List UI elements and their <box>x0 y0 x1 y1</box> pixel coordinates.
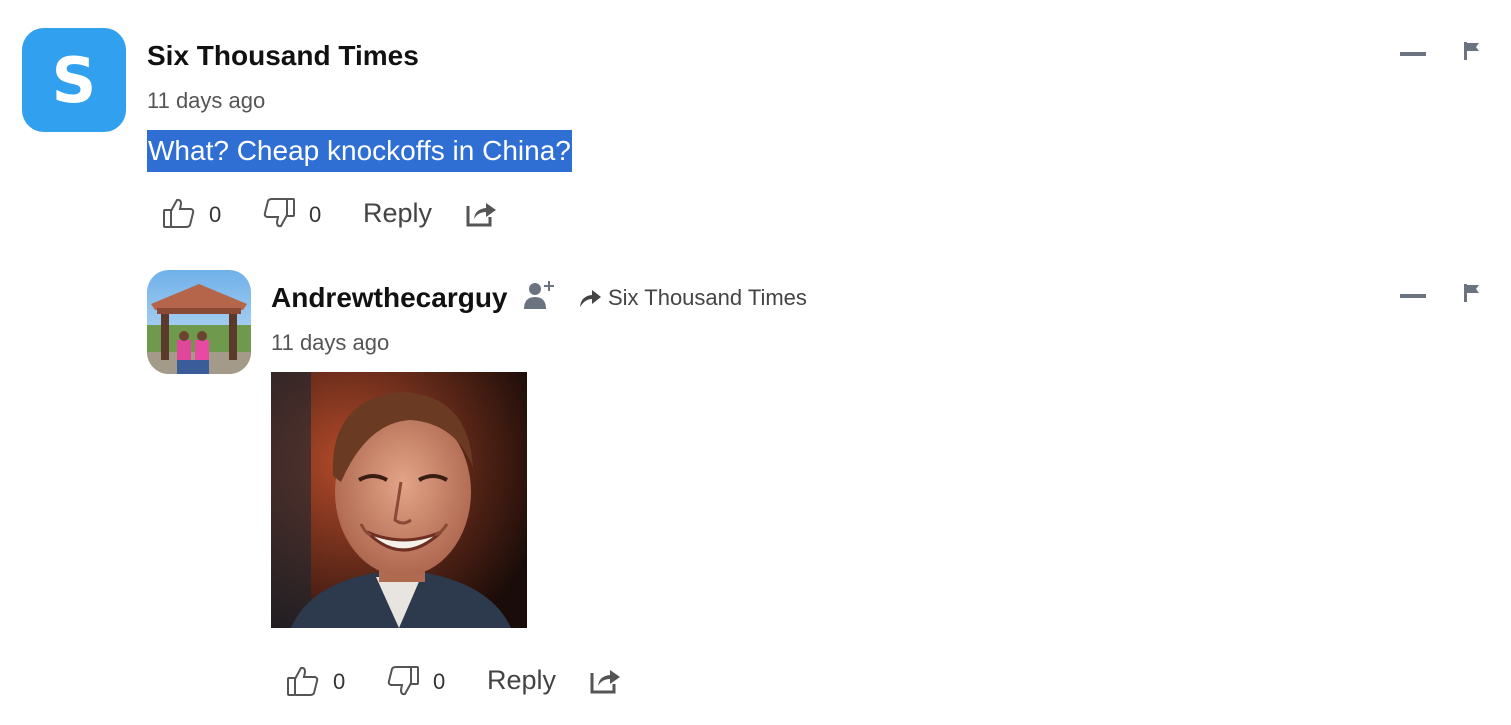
upvote-count: 0 <box>333 669 346 694</box>
reply-button[interactable]: Reply <box>363 198 432 229</box>
collapse-icon[interactable] <box>1400 292 1428 300</box>
avatar[interactable]: S <box>22 28 126 132</box>
in-reply-to[interactable]: Six Thousand Times <box>578 285 807 311</box>
flag-icon[interactable] <box>1462 282 1482 304</box>
downvote-count: 0 <box>433 669 446 694</box>
share-icon[interactable] <box>589 665 621 695</box>
avatar[interactable] <box>147 270 251 374</box>
downvote-count: 0 <box>309 202 322 227</box>
flag-icon[interactable] <box>1462 40 1482 62</box>
reply-arrow-icon <box>578 288 602 308</box>
comment-text: What? Cheap knockoffs in China? <box>147 130 572 172</box>
thumbs-down-icon[interactable] <box>386 664 420 698</box>
reply-to-author[interactable]: Six Thousand Times <box>608 285 807 311</box>
comment-timestamp[interactable]: 11 days ago <box>271 330 389 356</box>
collapse-icon[interactable] <box>1400 50 1428 58</box>
gif-image[interactable] <box>271 372 527 628</box>
reply-button[interactable]: Reply <box>487 665 556 696</box>
share-icon[interactable] <box>465 198 497 228</box>
thumbs-up-icon[interactable] <box>162 196 196 230</box>
upvote-count: 0 <box>209 202 222 227</box>
thumbs-down-icon[interactable] <box>262 196 296 230</box>
follow-user-icon[interactable] <box>521 278 555 312</box>
comment-author[interactable]: Six Thousand Times <box>147 40 419 72</box>
comment-timestamp[interactable]: 11 days ago <box>147 88 265 114</box>
comment-author[interactable]: Andrewthecarguy <box>271 282 508 314</box>
thumbs-up-icon[interactable] <box>286 664 320 698</box>
